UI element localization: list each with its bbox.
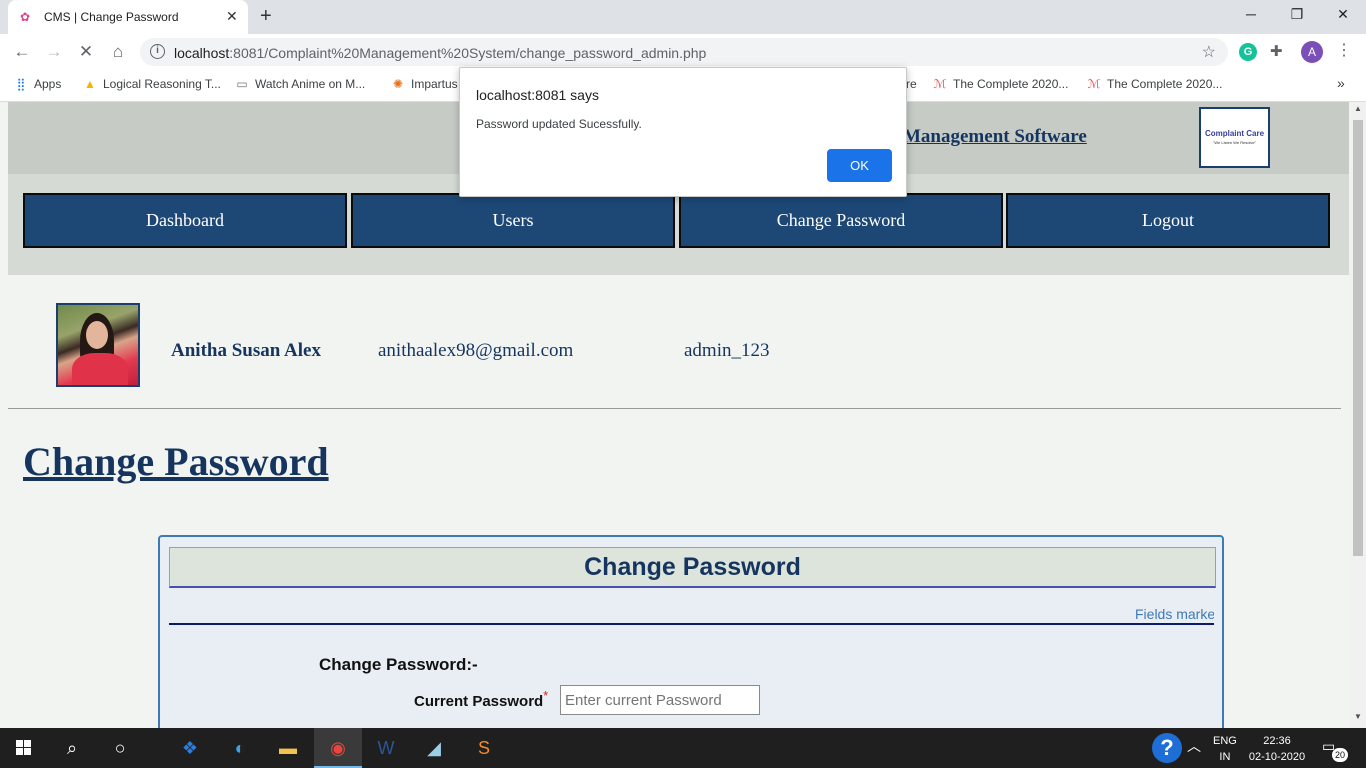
udemy-icon: ℳ (933, 77, 947, 91)
bookmark-star-icon[interactable]: ☆ (1202, 42, 1216, 62)
profile-photo (56, 303, 140, 387)
cms-favicon-icon: ✿ (20, 10, 31, 24)
chrome-icon[interactable]: ◉ (314, 728, 362, 768)
sublime-text-icon[interactable]: S (460, 728, 508, 768)
url-host: localhost (174, 45, 230, 61)
required-asterisk: * (543, 689, 549, 703)
clock[interactable]: 22:36 02-10-2020 (1248, 733, 1306, 765)
profile-name: Anitha Susan Alex (171, 340, 321, 361)
browser-menu-icon[interactable]: ⋮ (1336, 40, 1352, 60)
dialog-ok-button[interactable]: OK (827, 149, 892, 182)
windows-logo-icon (16, 740, 32, 756)
edge-icon[interactable]: ◐ (216, 728, 264, 768)
notification-badge: 20 (1332, 748, 1348, 762)
close-tab-icon[interactable]: ✕ (226, 8, 238, 25)
alert-dialog: localhost:8081 says Password updated Suc… (459, 67, 907, 197)
close-window-button[interactable]: ✕ (1328, 6, 1358, 23)
nav-dashboard[interactable]: Dashboard (23, 193, 347, 248)
restore-button[interactable]: ❐ (1282, 6, 1312, 23)
scroll-up-arrow-icon[interactable]: ▲ (1354, 104, 1362, 113)
task-view-icon[interactable]: ○ (96, 728, 144, 768)
help-icon[interactable]: ? (1152, 733, 1182, 763)
extensions-puzzle-icon[interactable]: ✚ (1270, 42, 1283, 60)
start-button[interactable] (0, 728, 48, 768)
logo-tagline: "We Listen We Resolve" (1212, 140, 1257, 145)
bookmark-complete-2020-a[interactable]: ℳ The Complete 2020... (933, 77, 1069, 91)
bookmark-watch-anime[interactable]: ▭ Watch Anime on M... (235, 77, 365, 91)
back-icon[interactable]: ← (10, 42, 34, 62)
windows-taskbar: ⌕ ○ ❖ ◐ ▬ ◉ W ◢ S ? ︿ ENG IN 22:36 02-10… (0, 728, 1366, 768)
current-password-label: Current Password* (414, 689, 549, 710)
impartus-icon: ✺ (392, 77, 404, 91)
fields-required-note: Fields marked (1135, 606, 1214, 622)
browser-toolbar: ← → ✕ ⌂ i localhost:8081/Complaint%20Man… (0, 34, 1366, 70)
change-password-form: Change Password Fields marked Change Pas… (158, 535, 1224, 728)
address-bar[interactable]: i localhost:8081/Complaint%20Management%… (140, 38, 1228, 66)
dialog-message: Password updated Sucessfully. (476, 117, 642, 131)
site-title: Management Software (903, 126, 1087, 147)
profile-username: admin_123 (684, 340, 770, 361)
url-path: :8081/Complaint%20Management%20System/ch… (229, 45, 707, 61)
profile-avatar[interactable]: A (1301, 41, 1323, 63)
site-logo: Complaint Care "We Listen We Resolve" (1199, 107, 1270, 168)
page-title: Change Password (23, 439, 329, 484)
form-header: Change Password (169, 547, 1216, 588)
browser-tab[interactable]: ✿ CMS | Change Password ✕ (8, 0, 248, 34)
file-explorer-icon[interactable]: ▬ (264, 728, 312, 768)
bookmark-logical-reasoning[interactable]: ▲ Logical Reasoning T... (83, 77, 221, 91)
language-indicator[interactable]: ENG IN (1213, 733, 1237, 765)
form-divider (169, 623, 1214, 625)
nav-users[interactable]: Users (351, 193, 675, 248)
app-icon[interactable]: ◢ (410, 728, 458, 768)
apps-grid-icon: ⣿ (16, 77, 26, 91)
clock-time: 22:36 (1263, 735, 1291, 747)
site-info-icon[interactable]: i (150, 44, 165, 59)
url-text: localhost:8081/Complaint%20Management%20… (174, 45, 706, 61)
new-tab-button[interactable]: + (260, 5, 272, 28)
current-password-input[interactable] (560, 685, 760, 715)
browser-tab-bar: ✿ CMS | Change Password ✕ + ─ ❐ ✕ (0, 0, 1366, 34)
search-icon[interactable]: ⌕ (48, 728, 96, 768)
scroll-down-arrow-icon[interactable]: ▼ (1354, 712, 1362, 721)
page-icon: ▭ (236, 77, 248, 91)
clock-date: 02-10-2020 (1248, 751, 1306, 763)
scroll-thumb[interactable] (1353, 120, 1363, 556)
grammarly-extension-icon[interactable]: G (1239, 43, 1257, 61)
more-bookmarks-icon[interactable]: » (1337, 75, 1345, 91)
udemy-icon: ℳ (1087, 77, 1101, 91)
nav-change-password[interactable]: Change Password (679, 193, 1003, 248)
page-scrollbar[interactable]: ▲ ▼ (1350, 102, 1366, 728)
bookmark-partial[interactable]: re (906, 77, 917, 91)
drive-icon: ▲ (84, 77, 96, 91)
stop-loading-icon[interactable]: ✕ (74, 42, 98, 62)
profile-email: anithaalex98@gmail.com (378, 340, 574, 361)
divider (8, 408, 1341, 409)
forward-icon[interactable]: → (42, 42, 66, 62)
word-icon[interactable]: W (362, 728, 410, 768)
bookmark-impartus[interactable]: ✺ Impartus (391, 77, 458, 91)
tray-chevron-icon[interactable]: ︿ (1187, 736, 1201, 756)
dialog-title: localhost:8081 says (476, 87, 599, 103)
minimize-button[interactable]: ─ (1236, 6, 1266, 22)
home-icon[interactable]: ⌂ (106, 42, 130, 62)
dropbox-icon[interactable]: ❖ (166, 728, 214, 768)
tab-title: CMS | Change Password (44, 10, 179, 24)
bookmark-apps[interactable]: ⣿ Apps (14, 77, 62, 91)
nav-logout[interactable]: Logout (1006, 193, 1330, 248)
form-subheading: Change Password:- (319, 655, 478, 674)
logo-text: Complaint Care (1204, 129, 1265, 138)
bookmark-complete-2020-b[interactable]: ℳ The Complete 2020... (1087, 77, 1223, 91)
